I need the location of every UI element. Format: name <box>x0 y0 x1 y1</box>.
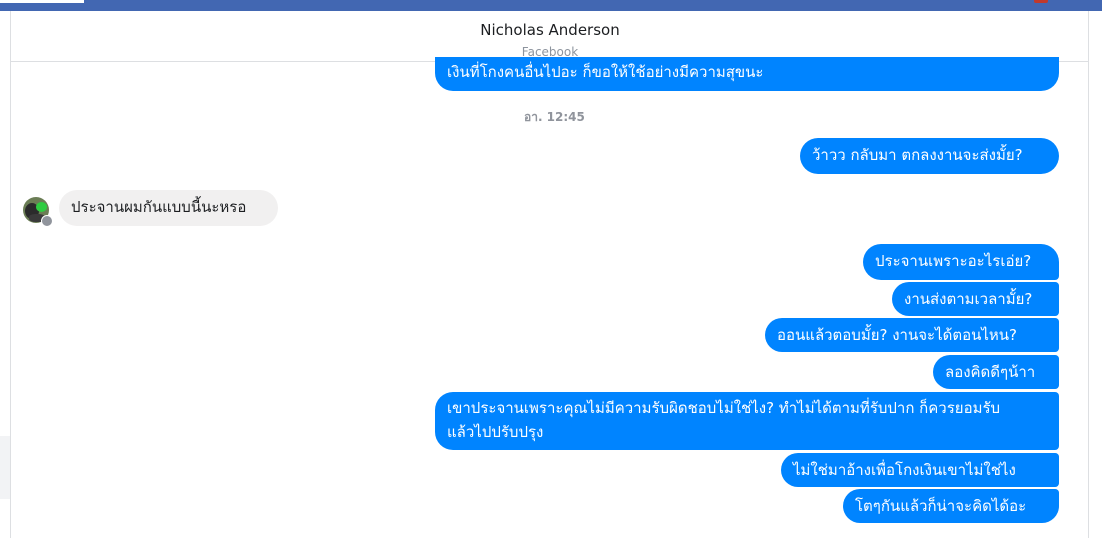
message-bubble-outgoing[interactable]: ว้าวว กลับมา ตกลงงานจะส่งมั้ย? <box>800 138 1059 174</box>
message-bubble-outgoing[interactable]: ไม่ใช่มาอ้างเพื่อโกงเงินเขาไม่ใช่ไง <box>781 453 1059 487</box>
message-bubble-outgoing[interactable]: ออนแล้วตอบมั้ย? งานจะได้ตอนไหน? <box>765 318 1059 352</box>
search-box-edge[interactable] <box>0 0 84 3</box>
contact-name[interactable]: Nicholas Anderson <box>0 21 1102 39</box>
presence-badge-icon <box>41 215 53 227</box>
top-navigation-bar <box>0 0 1102 11</box>
right-panel-divider <box>1088 11 1089 538</box>
left-panel-row[interactable] <box>0 436 10 499</box>
message-bubble-outgoing[interactable]: ลองคิดดีๆน้าา <box>933 355 1059 389</box>
message-bubble-outgoing[interactable]: เงินที่โกงคนอื่นไปอะ ก็ขอให้ใช้อย่างมีคว… <box>435 57 1059 91</box>
message-bubble-outgoing[interactable]: งานส่งตามเวลามั้ย? <box>892 282 1059 316</box>
left-panel-divider <box>10 11 11 538</box>
avatar-shape <box>36 202 47 212</box>
message-bubble-outgoing[interactable]: เขาประจานเพราะคุณไม่มีความรับผิดชอบไม่ใช… <box>435 392 1059 450</box>
conversation-header: Nicholas Anderson Facebook <box>11 11 1088 62</box>
message-bubble-outgoing[interactable]: โตๆกันแล้วก็น่าจะคิดได้อะ <box>843 489 1059 523</box>
message-timestamp: อา. 12:45 <box>524 110 585 124</box>
message-bubble-incoming[interactable]: ประจานผมกันแบบนี้นะหรอ <box>59 190 278 226</box>
notification-icon[interactable] <box>1034 0 1048 3</box>
message-bubble-outgoing[interactable]: ประจานเพราะอะไรเอ่ย? <box>863 244 1059 280</box>
